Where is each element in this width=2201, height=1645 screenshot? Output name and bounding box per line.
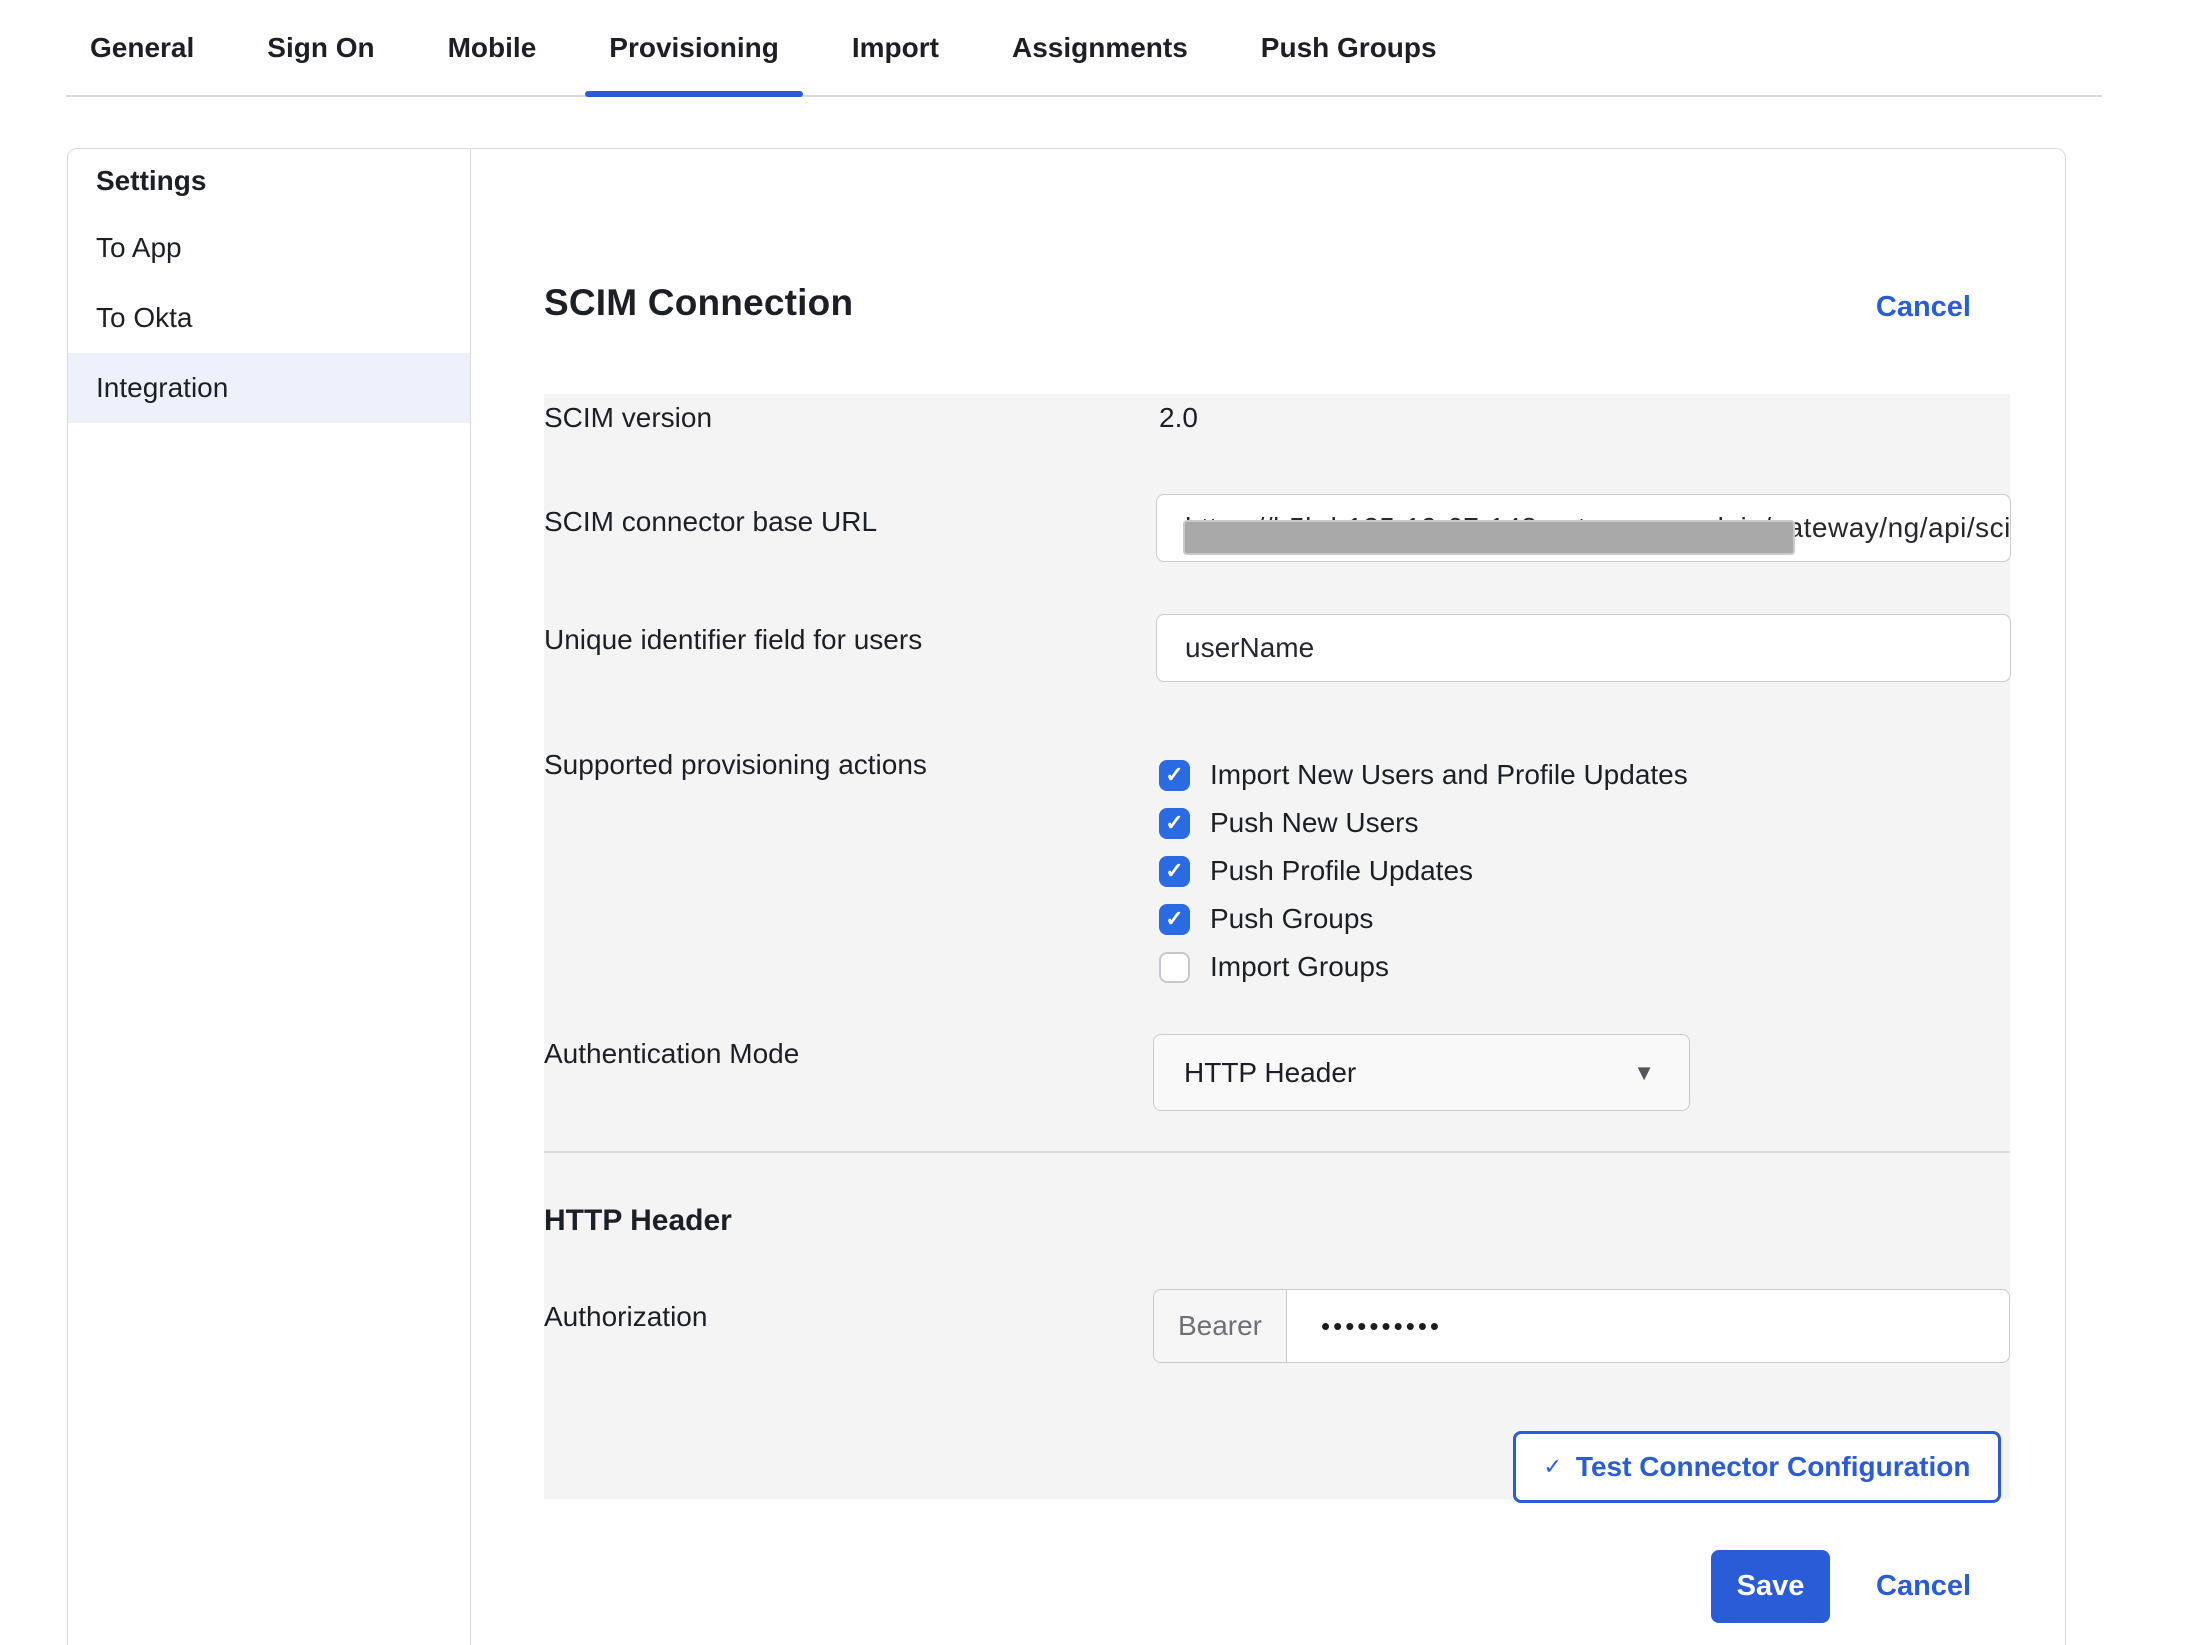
section-divider: [544, 1151, 2010, 1153]
sidebar-item-integration[interactable]: Integration: [68, 353, 470, 423]
tab-import[interactable]: Import: [828, 0, 963, 95]
cancel-link-bottom[interactable]: Cancel: [1876, 1550, 1971, 1623]
save-button[interactable]: Save: [1711, 1550, 1830, 1623]
checkbox-label: Import New Users and Profile Updates: [1210, 759, 1688, 791]
bearer-prefix: Bearer: [1154, 1290, 1287, 1362]
unique-identifier-value: userName: [1157, 632, 1314, 664]
unique-identifier-label: Unique identifier field for users: [544, 624, 922, 656]
http-header-heading: HTTP Header: [544, 1204, 732, 1238]
settings-sidebar: Settings To App To Okta Integration: [68, 149, 471, 1645]
tab-push-groups[interactable]: Push Groups: [1237, 0, 1461, 95]
checkbox-icon[interactable]: ✓: [1159, 760, 1190, 791]
action-import-new-users[interactable]: ✓ Import New Users and Profile Updates: [1159, 751, 1688, 799]
action-push-profile-updates[interactable]: ✓ Push Profile Updates: [1159, 847, 1688, 895]
app-tab-bar: General Sign On Mobile Provisioning Impo…: [66, 0, 2102, 97]
check-icon: ✓: [1543, 1454, 1561, 1480]
chevron-down-icon: ▼: [1633, 1060, 1689, 1086]
tab-provisioning[interactable]: Provisioning: [585, 0, 803, 95]
provisioning-settings-page: General Sign On Mobile Provisioning Impo…: [0, 0, 2201, 1645]
settings-panel: Settings To App To Okta Integration SCIM…: [67, 148, 2066, 1645]
main-content: SCIM Connection Cancel SCIM version 2.0 …: [472, 149, 2067, 1645]
auth-mode-label: Authentication Mode: [544, 1038, 799, 1070]
unique-identifier-input[interactable]: userName: [1156, 614, 2011, 682]
test-button-label: Test Connector Configuration: [1576, 1451, 1971, 1483]
sidebar-item-to-app[interactable]: To App: [68, 213, 470, 283]
checkbox-label: Push Groups: [1210, 903, 1373, 935]
scim-connection-form: SCIM version 2.0 SCIM connector base URL…: [544, 394, 2010, 1499]
checkbox-icon[interactable]: ✓: [1159, 904, 1190, 935]
provisioning-actions-label: Supported provisioning actions: [544, 749, 927, 781]
checkbox-icon[interactable]: ✓: [1159, 856, 1190, 887]
auth-mode-dropdown[interactable]: HTTP Header ▼: [1153, 1034, 1690, 1111]
redaction-bar: [1183, 520, 1795, 555]
base-url-input[interactable]: https://h5bd-125-19-67-148.gateway.ngrok…: [1156, 494, 2011, 562]
authorization-token-input[interactable]: ••••••••••: [1287, 1290, 2009, 1362]
action-push-new-users[interactable]: ✓ Push New Users: [1159, 799, 1688, 847]
authorization-input-group: Bearer ••••••••••: [1153, 1289, 2010, 1363]
tab-sign-on[interactable]: Sign On: [243, 0, 398, 95]
checkbox-icon[interactable]: ✓: [1159, 952, 1190, 983]
sidebar-item-to-okta[interactable]: To Okta: [68, 283, 470, 353]
authorization-label: Authorization: [544, 1301, 707, 1333]
tab-assignments[interactable]: Assignments: [988, 0, 1212, 95]
auth-mode-value: HTTP Header: [1154, 1057, 1633, 1089]
scim-version-value: 2.0: [1159, 402, 1198, 434]
checkbox-label: Push New Users: [1210, 807, 1419, 839]
scim-version-label: SCIM version: [544, 402, 712, 434]
sidebar-header: Settings: [68, 149, 470, 213]
tab-mobile[interactable]: Mobile: [424, 0, 561, 95]
cancel-link-top[interactable]: Cancel: [1876, 291, 1971, 324]
provisioning-actions-group: ✓ Import New Users and Profile Updates ✓…: [1159, 751, 1688, 991]
checkbox-label: Import Groups: [1210, 951, 1389, 983]
tab-general[interactable]: General: [66, 0, 218, 95]
action-push-groups[interactable]: ✓ Push Groups: [1159, 895, 1688, 943]
checkbox-label: Push Profile Updates: [1210, 855, 1473, 887]
action-import-groups[interactable]: ✓ Import Groups: [1159, 943, 1688, 991]
base-url-label: SCIM connector base URL: [544, 506, 877, 538]
page-title: SCIM Connection: [544, 282, 853, 324]
test-connector-configuration-button[interactable]: ✓ Test Connector Configuration: [1513, 1431, 2001, 1503]
checkbox-icon[interactable]: ✓: [1159, 808, 1190, 839]
